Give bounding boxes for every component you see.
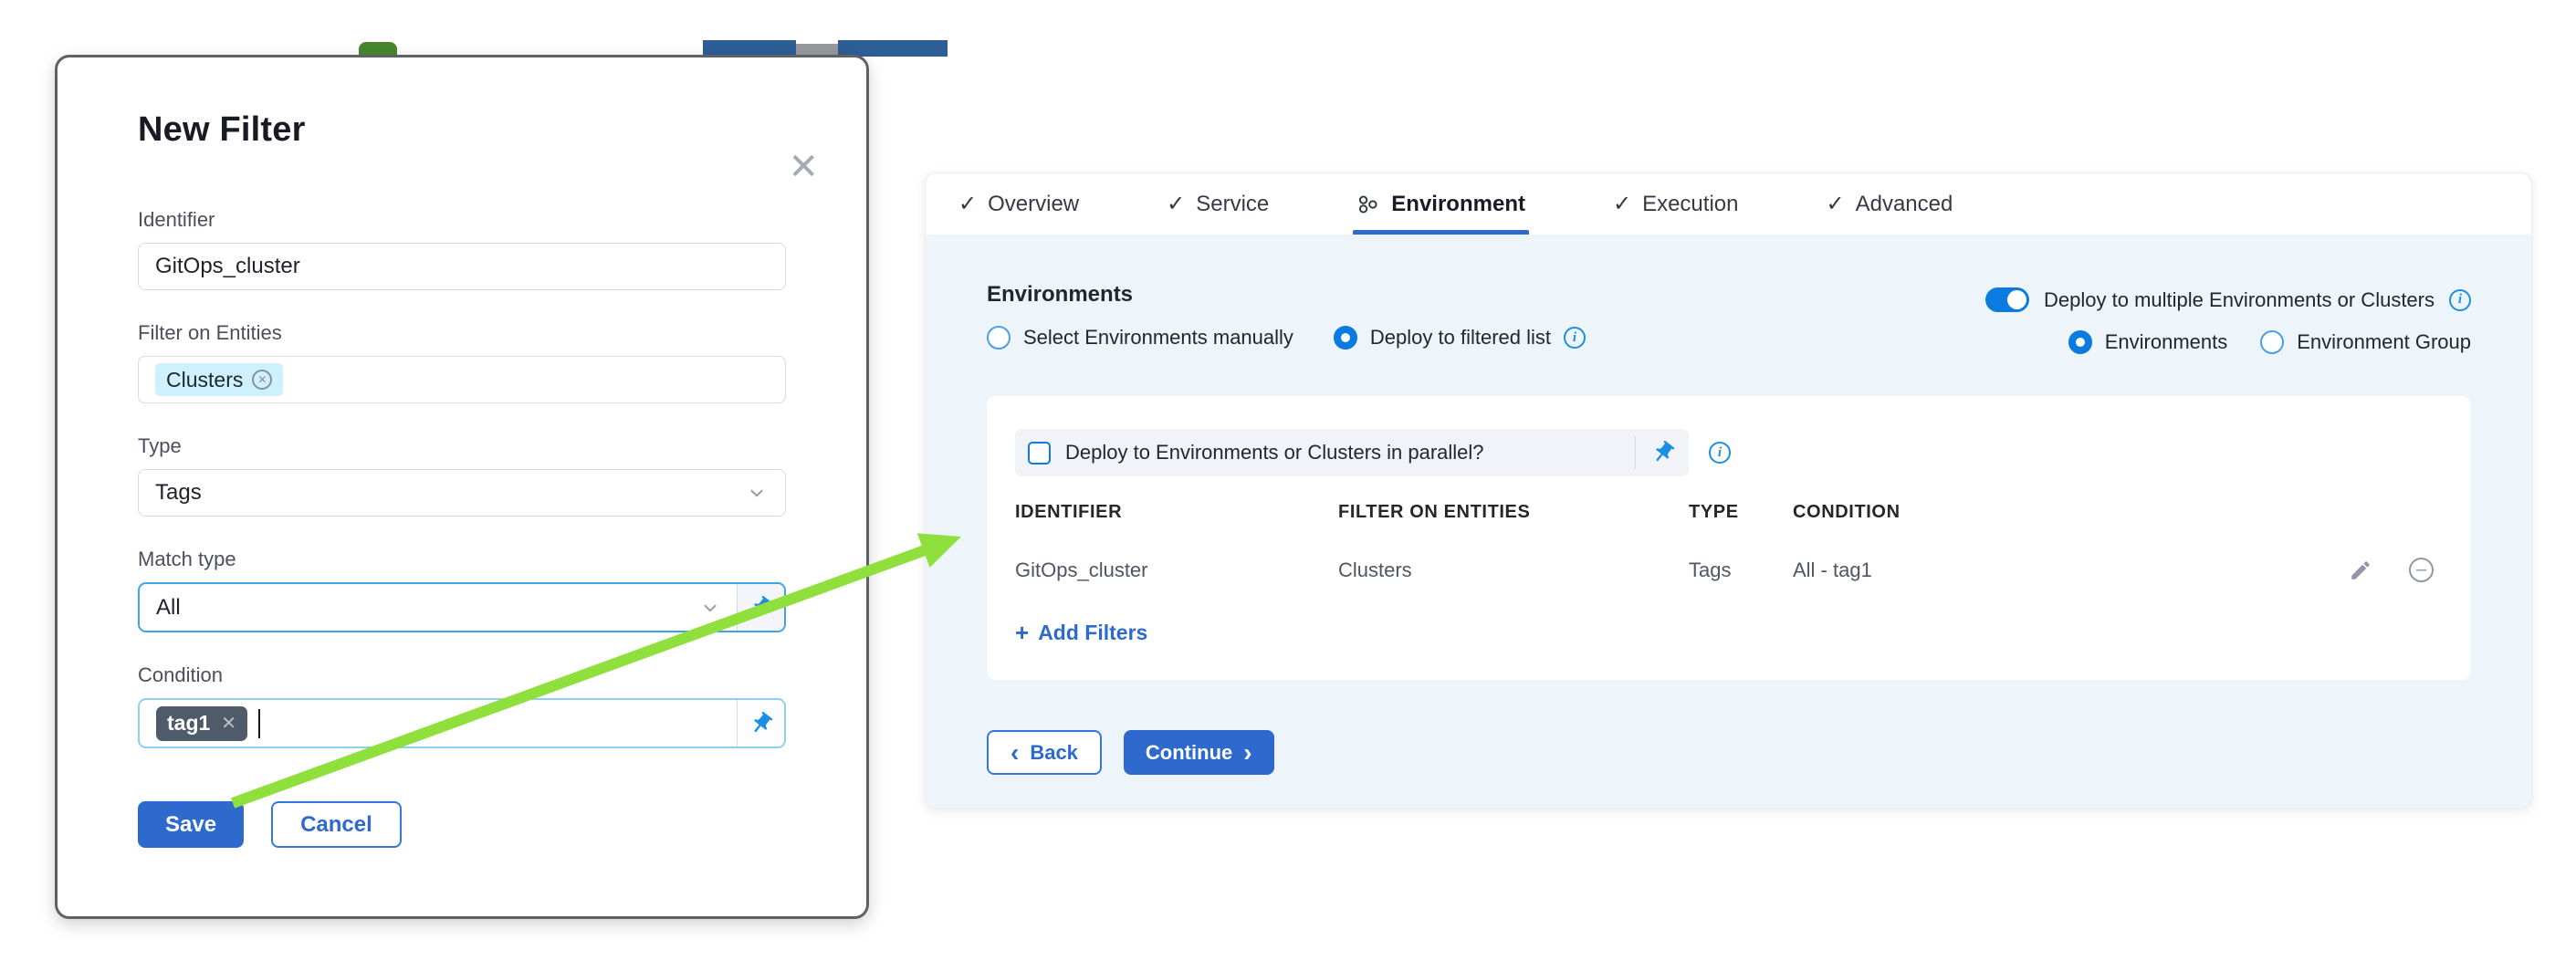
cancel-button[interactable]: Cancel	[271, 801, 402, 848]
info-icon[interactable]: i	[2449, 289, 2471, 311]
info-icon[interactable]: i	[1564, 327, 1586, 349]
radio-deploy-filtered[interactable]: Deploy to filtered list i	[1334, 326, 1586, 350]
radio-icon[interactable]	[1334, 326, 1357, 350]
tab-overview[interactable]: ✓ Overview	[958, 173, 1079, 235]
filter-table-row: GitOps_cluster Clusters Tags All - tag1 …	[1015, 558, 2443, 582]
parallel-option-bar: Deploy to Environments or Clusters in pa…	[1015, 429, 1689, 476]
remove-icon[interactable]: –	[2409, 558, 2434, 582]
parallel-label[interactable]: Deploy to Environments or Clusters in pa…	[1065, 441, 1620, 465]
environments-heading: Environments	[987, 282, 1586, 308]
condition-input[interactable]: tag1 ✕	[138, 698, 786, 748]
radio-label[interactable]: Environment Group	[2297, 330, 2471, 354]
cell-identifier: GitOps_cluster	[1015, 559, 1338, 582]
tab-label: Service	[1196, 192, 1269, 217]
pin-icon	[743, 705, 779, 741]
pin-icon	[743, 590, 779, 625]
new-filter-modal: ✕ New Filter Identifier GitOps_cluster F…	[55, 55, 869, 919]
match-type-label: Match type	[138, 548, 786, 571]
filters-card: Deploy to Environments or Clusters in pa…	[987, 396, 2471, 680]
info-icon[interactable]: i	[1709, 442, 1731, 464]
radio-icon[interactable]	[2260, 330, 2284, 354]
tab-execution[interactable]: ✓ Execution	[1613, 173, 1739, 235]
tab-environment[interactable]: Environment	[1356, 173, 1525, 235]
chevron-left-icon: ‹	[1011, 740, 1019, 766]
tab-service[interactable]: ✓ Service	[1167, 173, 1269, 235]
modal-title: New Filter	[138, 110, 786, 150]
check-icon: ✓	[1613, 191, 1631, 217]
close-icon[interactable]: ✕	[788, 149, 819, 185]
check-icon: ✓	[1826, 191, 1844, 217]
condition-chip: tag1 ✕	[156, 706, 247, 741]
type-select[interactable]: Tags	[138, 469, 786, 517]
multi-env-toggle[interactable]	[1985, 287, 2029, 312]
radio-label[interactable]: Deploy to filtered list	[1370, 326, 1551, 350]
radio-label[interactable]: Environments	[2105, 330, 2228, 354]
toggle-knob	[2007, 290, 2026, 309]
type-label: Type	[138, 434, 786, 458]
tab-label: Execution	[1642, 192, 1738, 217]
check-icon: ✓	[958, 191, 977, 217]
back-button[interactable]: ‹ Back	[987, 730, 1102, 775]
filters-table-header: IDENTIFIER FILTER ON ENTITIES TYPE CONDI…	[1015, 502, 2443, 523]
chevron-down-icon	[745, 481, 769, 505]
identifier-input[interactable]: GitOps_cluster	[138, 243, 786, 290]
tab-label: Overview	[988, 192, 1079, 217]
back-label: Back	[1030, 741, 1078, 765]
entities-label: Filter on Entities	[138, 321, 786, 345]
continue-label: Continue	[1146, 741, 1232, 765]
col-identifier: IDENTIFIER	[1015, 502, 1338, 523]
condition-label: Condition	[138, 663, 786, 687]
col-filter-on-entities: FILTER ON ENTITIES	[1338, 502, 1689, 523]
cell-entities: Clusters	[1338, 559, 1689, 582]
entities-input[interactable]: Clusters ✕	[138, 356, 786, 403]
pipeline-stage-panel: ✓ Overview ✓ Service Environment ✓ Execu…	[925, 172, 2532, 809]
tab-advanced[interactable]: ✓ Advanced	[1826, 173, 1953, 235]
radio-select-manually[interactable]: Select Environments manually	[987, 326, 1293, 350]
entities-chip: Clusters ✕	[155, 363, 283, 396]
condition-chip-label: tag1	[167, 711, 210, 736]
cell-condition: All - tag1	[1793, 559, 2349, 582]
edit-icon[interactable]	[2349, 559, 2372, 582]
stage-tabbar: ✓ Overview ✓ Service Environment ✓ Execu…	[926, 173, 2531, 235]
pin-button[interactable]	[737, 584, 784, 631]
match-type-value: All	[156, 595, 698, 621]
tab-label: Advanced	[1856, 192, 1953, 217]
pin-icon[interactable]	[1645, 434, 1681, 470]
col-type: TYPE	[1689, 502, 1793, 523]
entities-chip-label: Clusters	[166, 368, 243, 392]
chevron-down-icon	[698, 596, 722, 620]
chip-remove-icon[interactable]: ✕	[221, 712, 236, 735]
type-value: Tags	[155, 480, 202, 506]
chip-remove-icon[interactable]: ✕	[252, 370, 272, 390]
plus-icon: +	[1015, 619, 1029, 647]
match-type-select[interactable]: All	[138, 582, 786, 632]
radio-icon[interactable]	[2068, 330, 2092, 354]
chevron-right-icon: ›	[1243, 740, 1251, 766]
environment-icon	[1356, 193, 1380, 216]
radio-environment-group[interactable]: Environment Group	[2260, 330, 2471, 354]
radio-environments[interactable]: Environments	[2068, 330, 2228, 354]
divider	[1635, 436, 1636, 469]
parallel-checkbox[interactable]	[1028, 442, 1051, 465]
radio-icon[interactable]	[987, 326, 1011, 350]
radio-label[interactable]: Select Environments manually	[1023, 326, 1293, 350]
tab-label: Environment	[1391, 192, 1525, 217]
pin-button[interactable]	[737, 700, 784, 747]
identifier-label: Identifier	[138, 208, 786, 232]
identifier-value: GitOps_cluster	[155, 254, 300, 279]
text-cursor	[258, 709, 260, 738]
cell-type: Tags	[1689, 559, 1793, 582]
save-button[interactable]: Save	[138, 801, 244, 848]
col-condition: CONDITION	[1793, 502, 2443, 523]
add-filters-label: Add Filters	[1038, 621, 1147, 645]
toggle-label[interactable]: Deploy to multiple Environments or Clust…	[2044, 288, 2435, 312]
active-tab-underline	[1353, 230, 1529, 235]
add-filters-button[interactable]: + Add Filters	[1015, 619, 1147, 647]
continue-button[interactable]: Continue ›	[1124, 730, 1274, 775]
check-icon: ✓	[1167, 191, 1185, 217]
